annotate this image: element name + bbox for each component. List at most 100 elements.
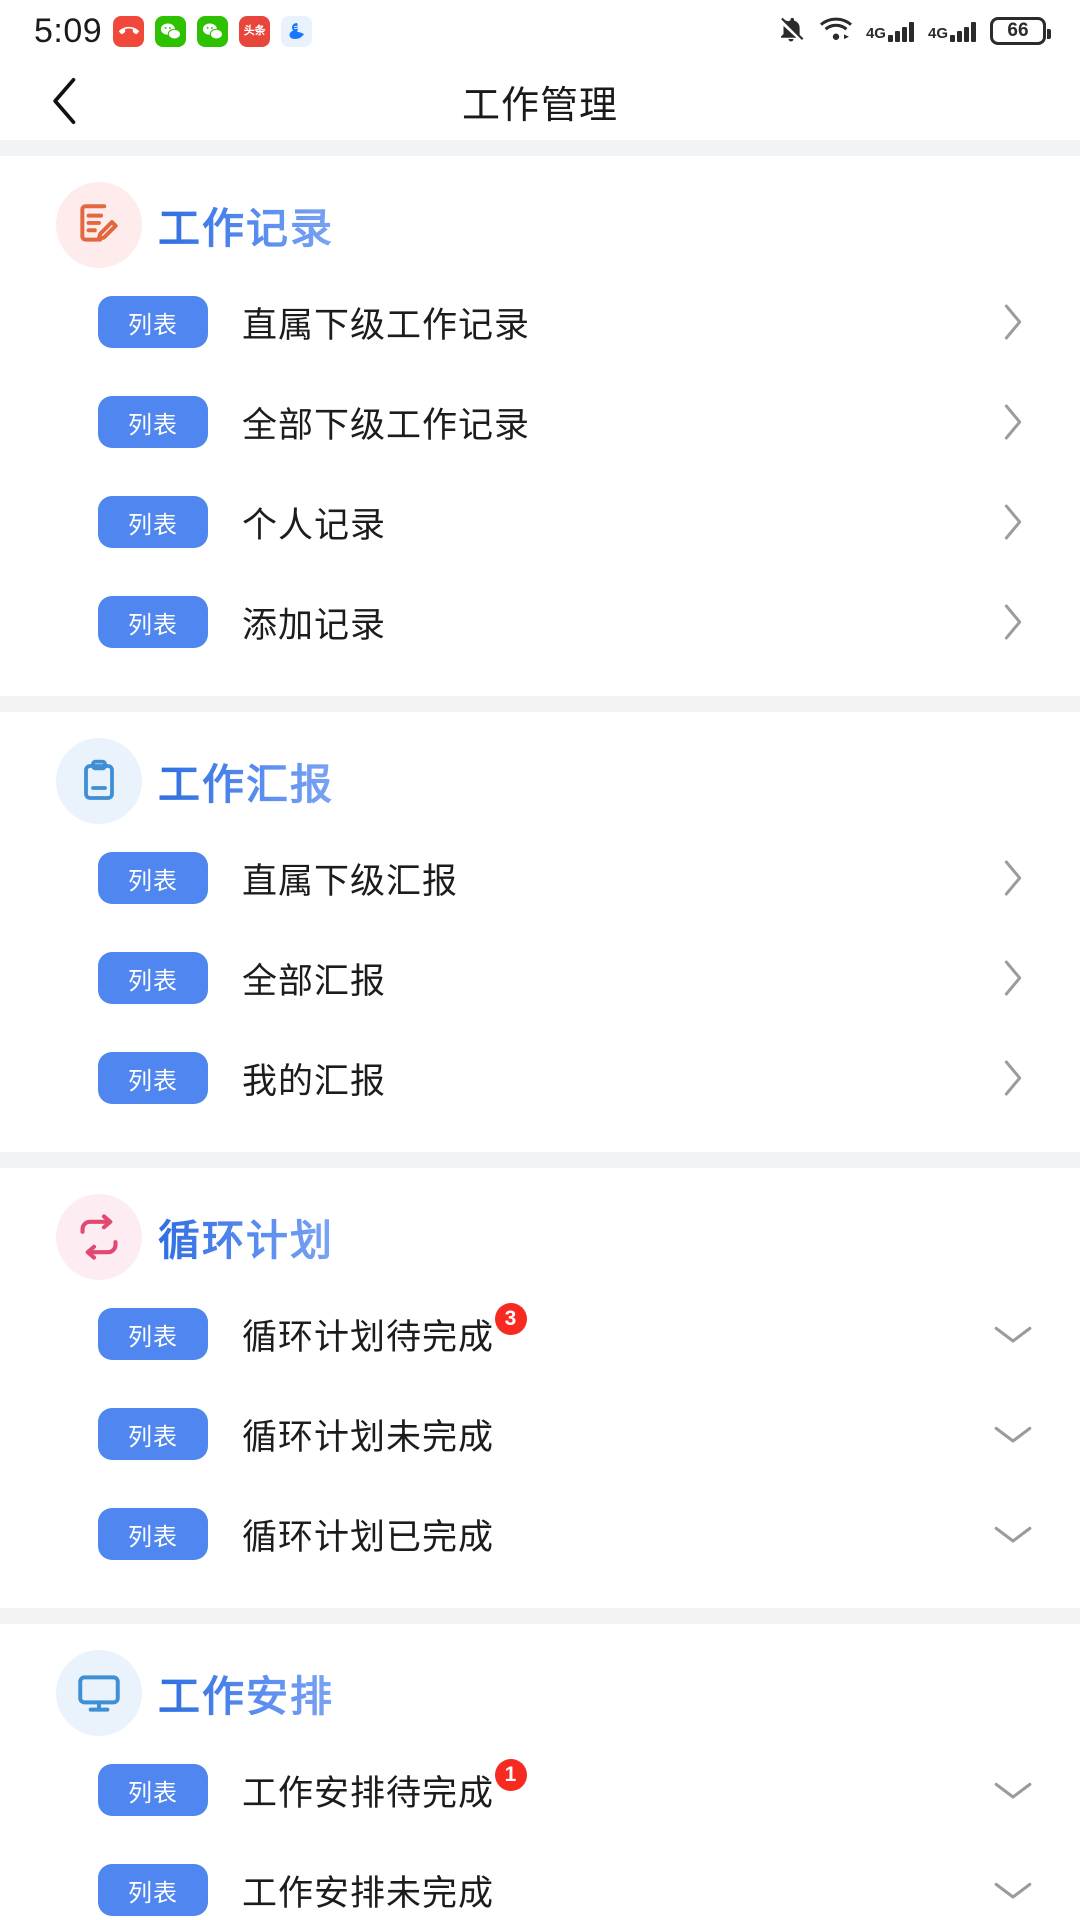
wifi-icon	[819, 16, 852, 47]
missed-call-icon	[113, 15, 145, 47]
wechat-icon-2	[197, 15, 229, 47]
chevron-right-icon[interactable]	[990, 599, 1036, 645]
list-item[interactable]: 列表 全部下级工作记录	[0, 372, 1080, 472]
status-bar-left: 5:09 头条	[34, 12, 776, 51]
list-item-label-wrap: 循环计划已完成	[242, 1509, 494, 1560]
section-work-report: 工作汇报 列表 直属下级汇报 列表 全部汇报 列表 我的汇报	[0, 712, 1080, 1152]
chevron-right-icon[interactable]	[990, 1055, 1036, 1101]
list-item[interactable]: 列表 添加记录	[0, 572, 1080, 672]
section-divider	[0, 1608, 1080, 1624]
list-item[interactable]: 列表 循环计划已完成	[0, 1484, 1080, 1584]
list-item-label: 直属下级汇报	[242, 861, 459, 901]
list-item[interactable]: 列表 直属下级汇报	[0, 828, 1080, 928]
list-item-label: 添加记录	[242, 605, 387, 645]
page-title: 工作管理	[461, 84, 618, 127]
section-divider	[0, 140, 1080, 156]
list-item-label-wrap: 工作安排未完成	[242, 1865, 494, 1916]
list-item-label: 个人记录	[242, 505, 387, 545]
sections-container: 工作记录 列表 直属下级工作记录 列表 全部下级工作记录 列表 个人记录 列表 添加记录 工作汇报…	[0, 140, 1080, 1920]
section-header: 工作记录	[0, 156, 1080, 272]
list-item-label-wrap: 全部下级工作记录	[242, 397, 530, 448]
toutiao-icon: 头条	[239, 15, 271, 47]
chevron-down-icon[interactable]	[990, 1311, 1036, 1357]
section-work-schedule: 工作安排列表工作安排待完成1列表工作安排未完成列表工作安排已完成2	[0, 1624, 1080, 1920]
list-pill-button[interactable]: 列表	[98, 1864, 208, 1916]
battery-indicator: 66	[990, 17, 1051, 45]
list-item[interactable]: 列表 我的汇报	[0, 1028, 1080, 1128]
list-item-label-wrap: 直属下级汇报	[242, 853, 458, 904]
list-item-label: 循环计划未完成	[242, 1417, 495, 1457]
chevron-right-icon[interactable]	[990, 399, 1036, 445]
list-item-label: 循环计划已完成	[242, 1517, 495, 1557]
section-divider	[0, 1152, 1080, 1168]
monitor-icon	[56, 1650, 142, 1736]
chevron-down-icon[interactable]	[990, 1511, 1036, 1557]
list-pill-button[interactable]: 列表	[98, 296, 208, 348]
signal-2: 4G	[928, 20, 976, 42]
signal-1: 4G	[866, 20, 914, 42]
status-bar-right: 4G 4G 66	[776, 14, 1051, 49]
section-recurring-plan: 循环计划 列表 循环计划待完成 3 列表 循环计划未完成 列表 循环计划已完成	[0, 1168, 1080, 1608]
list-item-label-wrap: 全部汇报	[242, 953, 386, 1004]
repeat-icon	[56, 1194, 142, 1280]
count-badge: 1	[495, 1758, 528, 1791]
list-pill-button[interactable]: 列表	[98, 1508, 208, 1560]
list-pill-button[interactable]: 列表	[98, 952, 208, 1004]
list-item-label: 全部汇报	[242, 961, 387, 1001]
list-item-label-wrap: 个人记录	[242, 497, 386, 548]
section-title: 工作记录	[158, 195, 334, 256]
document-edit-icon	[56, 182, 142, 268]
back-button[interactable]	[42, 77, 88, 125]
list-pill-button[interactable]: 列表	[98, 1308, 208, 1360]
clipboard-icon	[56, 738, 142, 824]
list-item-label-wrap: 添加记录	[242, 597, 386, 648]
list-item-label-wrap: 我的汇报	[242, 1053, 386, 1104]
list-pill-button[interactable]: 列表	[98, 1764, 208, 1816]
section-header: 工作汇报	[0, 712, 1080, 828]
chevron-down-icon[interactable]	[990, 1411, 1036, 1457]
list-item-label: 全部下级工作记录	[242, 405, 531, 445]
clock: 5:09	[34, 11, 103, 50]
count-badge: 3	[495, 1302, 528, 1335]
network-label-1: 4G	[865, 25, 886, 42]
list-item-label-wrap: 直属下级工作记录	[242, 297, 530, 348]
app-header: 工作管理	[0, 62, 1080, 140]
list-item[interactable]: 列表 个人记录	[0, 472, 1080, 572]
chevron-down-icon[interactable]	[990, 1867, 1036, 1913]
section-title: 工作汇报	[158, 751, 334, 812]
list-pill-button[interactable]: 列表	[98, 596, 208, 648]
section-divider	[0, 696, 1080, 712]
chevron-right-icon[interactable]	[990, 955, 1036, 1001]
section-header: 循环计划	[0, 1168, 1080, 1284]
chevron-right-icon[interactable]	[990, 499, 1036, 545]
list-item[interactable]: 列表 全部汇报	[0, 928, 1080, 1028]
list-item[interactable]: 列表 工作安排未完成	[0, 1840, 1080, 1920]
alipay-icon	[281, 15, 313, 47]
section-title: 循环计划	[158, 1207, 334, 1268]
list-pill-button[interactable]: 列表	[98, 852, 208, 904]
section-work-record: 工作记录 列表 直属下级工作记录 列表 全部下级工作记录 列表 个人记录 列表 添加记录	[0, 156, 1080, 696]
chevron-right-icon[interactable]	[990, 299, 1036, 345]
signal-bars-2	[950, 20, 976, 42]
list-pill-button[interactable]: 列表	[98, 1052, 208, 1104]
chevron-left-icon	[48, 77, 82, 125]
network-label-2: 4G	[927, 25, 948, 42]
status-bar: 5:09 头条 4G 4G 66	[0, 0, 1080, 62]
list-item-label: 工作安排未完成	[242, 1873, 495, 1913]
chevron-right-icon[interactable]	[990, 855, 1036, 901]
list-item[interactable]: 列表 循环计划待完成 3	[0, 1284, 1080, 1384]
list-item-label: 我的汇报	[242, 1061, 387, 1101]
list-pill-button[interactable]: 列表	[98, 496, 208, 548]
list-pill-button[interactable]: 列表	[98, 396, 208, 448]
chevron-down-icon[interactable]	[990, 1767, 1036, 1813]
list-item[interactable]: 列表 循环计划未完成	[0, 1384, 1080, 1484]
list-pill-button[interactable]: 列表	[98, 1408, 208, 1460]
wechat-icon	[155, 15, 187, 47]
list-item-label-wrap: 循环计划未完成	[242, 1409, 494, 1460]
signal-bars-1	[887, 20, 914, 42]
section-title: 工作安排	[158, 1663, 334, 1724]
section-header: 工作安排	[0, 1624, 1080, 1740]
list-item[interactable]: 列表 工作安排待完成 1	[0, 1740, 1080, 1840]
list-item[interactable]: 列表 直属下级工作记录	[0, 272, 1080, 372]
list-item-label-wrap: 循环计划待完成 3	[242, 1302, 528, 1360]
